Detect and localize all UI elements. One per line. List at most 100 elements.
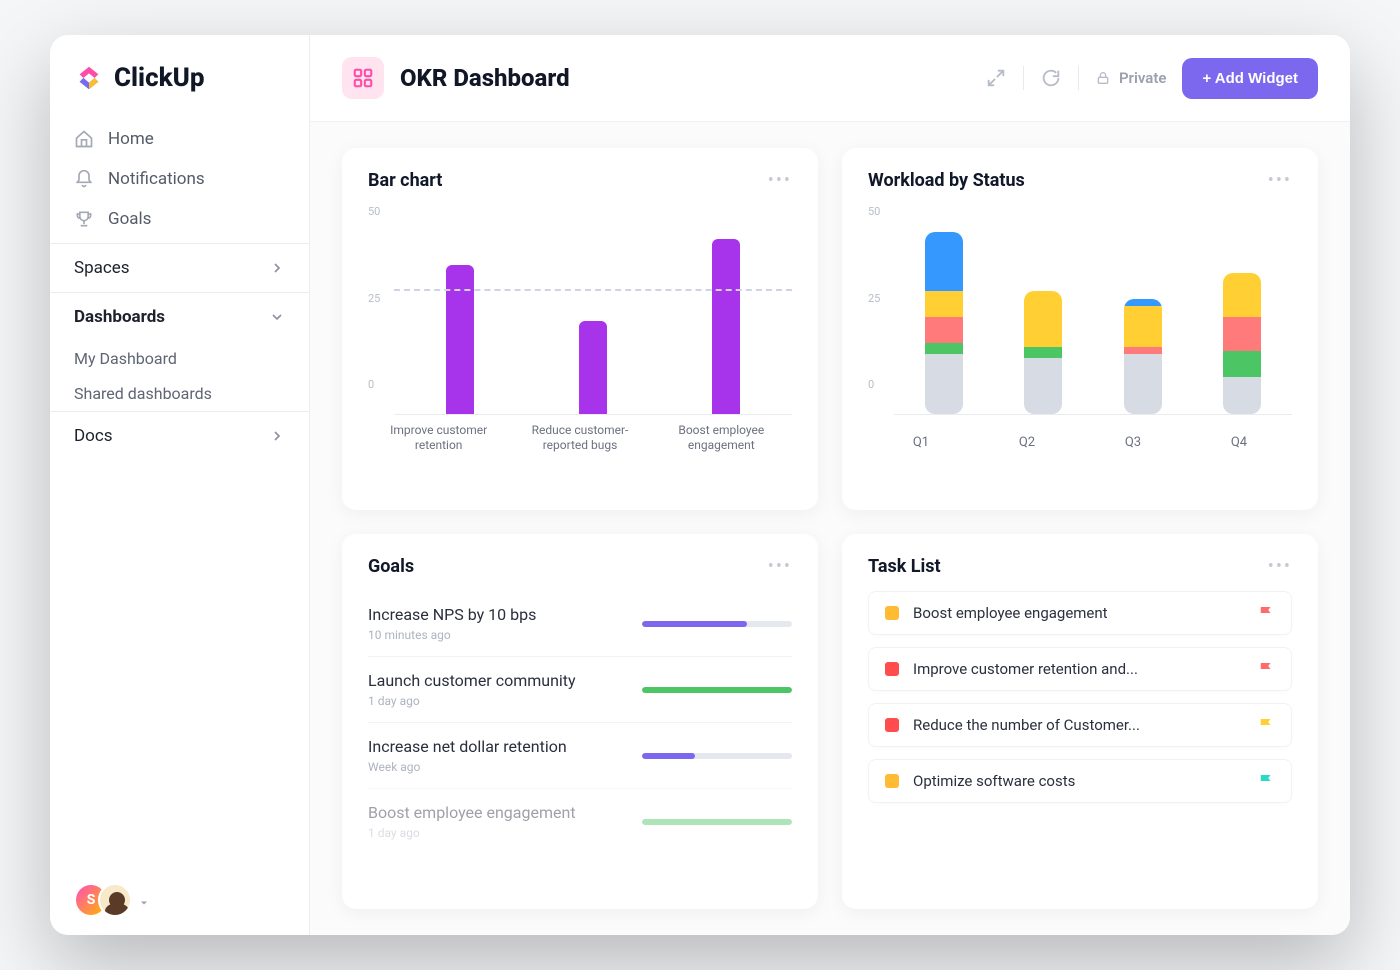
chevron-right-icon	[269, 428, 285, 444]
flag-icon[interactable]	[1257, 716, 1275, 734]
section-docs[interactable]: Docs	[50, 411, 309, 460]
stack-category-label: Q3	[1086, 435, 1179, 450]
task-title: Reduce the number of Customer...	[913, 716, 1243, 734]
progress-bar	[642, 819, 792, 825]
chevron-right-icon	[269, 260, 285, 276]
stack-category-label: Q2	[980, 435, 1073, 450]
stacked-bar[interactable]	[925, 232, 963, 414]
nav-label: Home	[108, 129, 154, 149]
sidebar-item-shared-dashboards[interactable]: Shared dashboards	[50, 376, 309, 411]
goal-row[interactable]: Launch customer community1 day ago	[368, 656, 792, 722]
bar-segment	[1124, 354, 1162, 414]
home-icon	[74, 129, 94, 149]
bar-category-label: Improve customer retention	[369, 423, 509, 455]
more-icon[interactable]: •••	[768, 170, 792, 191]
task-row[interactable]: Boost employee engagement	[868, 591, 1292, 635]
widget-title: Workload by Status	[868, 170, 1025, 191]
status-square-icon	[885, 606, 899, 620]
nav-primary: Home Notifications Goals	[50, 115, 309, 243]
divider	[1078, 66, 1079, 90]
privacy-indicator[interactable]: Private	[1095, 69, 1167, 87]
section-spaces[interactable]: Spaces	[50, 243, 309, 292]
goal-title: Boost employee engagement	[368, 803, 576, 822]
goal-timestamp: 10 minutes ago	[368, 628, 536, 642]
add-widget-button[interactable]: + Add Widget	[1182, 58, 1318, 99]
bar-segment	[925, 354, 963, 414]
page-title: OKR Dashboard	[400, 64, 570, 92]
flag-icon[interactable]	[1257, 604, 1275, 622]
bar[interactable]	[712, 239, 740, 414]
flag-icon[interactable]	[1257, 772, 1275, 790]
stack-column	[900, 232, 988, 414]
bar-chart-plot: 50250	[368, 205, 792, 415]
widget-title: Bar chart	[368, 170, 442, 191]
widget-goals: Goals ••• Increase NPS by 10 bps10 minut…	[342, 534, 818, 909]
task-row[interactable]: Optimize software costs	[868, 759, 1292, 803]
dashboard-icon	[342, 57, 384, 99]
task-title: Improve customer retention and...	[913, 660, 1243, 678]
avatar[interactable]	[98, 883, 132, 917]
stacked-bar[interactable]	[1124, 299, 1162, 414]
stack-column	[999, 291, 1087, 414]
bar-segment	[1024, 358, 1062, 414]
nav-goals[interactable]: Goals	[50, 199, 309, 239]
divider	[1023, 66, 1024, 90]
task-list: Boost employee engagement Improve custome…	[868, 591, 1292, 815]
stacked-bar[interactable]	[1223, 273, 1261, 414]
chevron-down-icon	[269, 309, 285, 325]
widget-task-list: Task List ••• Boost employee engagement I…	[842, 534, 1318, 909]
goal-row[interactable]: Increase NPS by 10 bps10 minutes ago	[368, 591, 792, 656]
progress-bar	[642, 687, 792, 693]
goal-row[interactable]: Boost employee engagement 1 day ago	[368, 788, 792, 854]
widget-workload: Workload by Status ••• 50250 Q1 Q2 Q3 Q4	[842, 148, 1318, 510]
flag-icon[interactable]	[1257, 660, 1275, 678]
more-icon[interactable]: •••	[768, 556, 792, 577]
section-label: Spaces	[74, 258, 130, 278]
more-icon[interactable]: •••	[1268, 170, 1292, 191]
bar-plot-area	[394, 205, 792, 415]
top-bar: OKR Dashboard Private + Add Widget	[310, 35, 1350, 122]
stack-column	[1198, 273, 1286, 414]
task-title: Optimize software costs	[913, 772, 1243, 790]
task-row[interactable]: Reduce the number of Customer...	[868, 703, 1292, 747]
section-dashboards[interactable]: Dashboards	[50, 292, 309, 341]
section-label: Dashboards	[74, 307, 165, 327]
caret-down-icon	[138, 894, 150, 906]
sidebar-item-my-dashboard[interactable]: My Dashboard	[50, 341, 309, 376]
bar-segment	[1223, 317, 1261, 350]
status-square-icon	[885, 718, 899, 732]
brand-mark-icon	[74, 63, 104, 93]
expand-icon[interactable]	[985, 67, 1007, 89]
goal-row[interactable]: Increase net dollar retentionWeek ago	[368, 722, 792, 788]
bar[interactable]	[446, 265, 474, 414]
stacked-chart-plot: 50250	[868, 205, 1292, 415]
task-row[interactable]: Improve customer retention and...	[868, 647, 1292, 691]
bar-column	[660, 239, 791, 414]
bar-segment	[925, 291, 963, 317]
stack-category-label: Q1	[874, 435, 967, 450]
progress-bar	[642, 753, 792, 759]
brand-logo[interactable]: ClickUp	[50, 35, 309, 115]
bar-segment	[925, 317, 963, 343]
brand-name: ClickUp	[114, 63, 205, 93]
goal-title: Launch customer community	[368, 671, 576, 690]
progress-bar	[642, 621, 792, 627]
bar[interactable]	[579, 321, 607, 414]
bar-segment	[1124, 306, 1162, 347]
more-icon[interactable]: •••	[1268, 556, 1292, 577]
dashboard-grid: Bar chart ••• 50250 Improve customer ret…	[310, 122, 1350, 935]
stack-column	[1099, 299, 1187, 414]
widget-title: Task List	[868, 556, 941, 577]
member-avatars[interactable]: S	[50, 865, 309, 935]
y-axis: 50250	[868, 205, 894, 415]
goal-timestamp: 1 day ago	[368, 826, 576, 840]
bar-column	[527, 321, 658, 414]
bar-segment	[925, 232, 963, 292]
nav-home[interactable]: Home	[50, 119, 309, 159]
stacked-bar[interactable]	[1024, 291, 1062, 414]
task-title: Boost employee engagement	[913, 604, 1243, 622]
nav-notifications[interactable]: Notifications	[50, 159, 309, 199]
refresh-icon[interactable]	[1040, 67, 1062, 89]
app-window: ClickUp Home Notifications Goals Spaces …	[50, 35, 1350, 935]
stack-category-label: Q4	[1192, 435, 1285, 450]
